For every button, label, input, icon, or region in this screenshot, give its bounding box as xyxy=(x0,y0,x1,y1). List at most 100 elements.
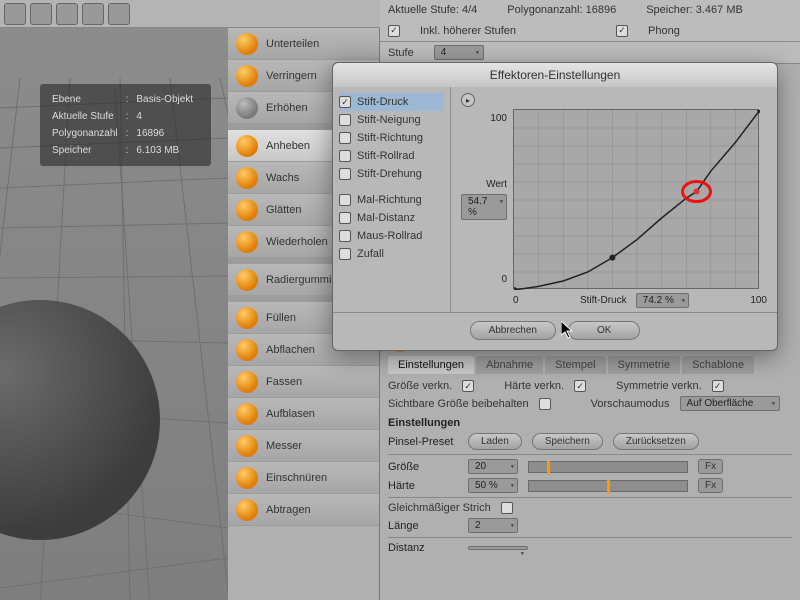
tab-abnahme[interactable]: Abnahme xyxy=(476,356,543,374)
palette-item-unterteilen[interactable]: Unterteilen xyxy=(228,28,379,60)
effector-checkbox[interactable] xyxy=(339,212,351,224)
effector-label: Mal-Distanz xyxy=(357,212,415,224)
ok-button[interactable]: OK xyxy=(568,321,640,340)
effector-checkbox[interactable] xyxy=(339,168,351,180)
effector-checkbox[interactable] xyxy=(339,132,351,144)
effector-checkbox[interactable] xyxy=(339,248,351,260)
palette-label: Wiederholen xyxy=(266,236,328,248)
size-slider[interactable] xyxy=(528,461,688,473)
hud-value: 4 xyxy=(136,109,199,124)
palette-item-aufblasen[interactable]: Aufblasen xyxy=(228,398,379,430)
stufe-value: 4/4 xyxy=(462,4,477,16)
x-value-field[interactable]: 74.2 % xyxy=(636,293,689,308)
mem-label: Speicher: xyxy=(646,4,692,16)
toolbar-button[interactable] xyxy=(82,3,104,25)
effector-stift-neigung[interactable]: Stift-Neigung xyxy=(339,111,444,129)
preview-label: Vorschaumodus xyxy=(591,398,670,410)
hud-value: Basis-Objekt xyxy=(136,92,199,107)
effector-checkbox[interactable] xyxy=(339,194,351,206)
palette-item-abtragen[interactable]: Abtragen xyxy=(228,494,379,526)
effector-label: Stift-Drehung xyxy=(357,168,422,180)
cancel-button[interactable]: Abbrechen xyxy=(470,321,556,340)
effector-zufall[interactable]: Zufall xyxy=(339,245,444,263)
y-value-field[interactable]: 54.7 % xyxy=(461,194,507,220)
hard-field[interactable]: 50 % xyxy=(468,478,518,493)
save-button[interactable]: Speichern xyxy=(532,433,603,450)
length-field[interactable]: 2 xyxy=(468,518,518,533)
keep-size-checkbox[interactable] xyxy=(539,398,551,410)
palette-label: Abflachen xyxy=(266,344,315,356)
tab-einstellungen[interactable]: Einstellungen xyxy=(388,356,474,374)
size-label: Größe xyxy=(388,461,458,473)
hard-slider[interactable] xyxy=(528,480,688,492)
effector-maus-rollrad[interactable]: Maus-Rollrad xyxy=(339,227,444,245)
tab-symmetrie[interactable]: Symmetrie xyxy=(608,356,681,374)
tab-stempel[interactable]: Stempel xyxy=(545,356,605,374)
hud-sep: : xyxy=(126,126,135,141)
effector-stift-richtung[interactable]: Stift-Richtung xyxy=(339,129,444,147)
palette-item-einschnüren[interactable]: Einschnüren xyxy=(228,462,379,494)
effector-stift-drehung[interactable]: Stift-Drehung xyxy=(339,165,444,183)
length-label: Länge xyxy=(388,520,458,532)
reset-button[interactable]: Zurücksetzen xyxy=(613,433,699,450)
play-icon[interactable]: ▸ xyxy=(461,93,475,107)
brush-icon xyxy=(236,499,258,521)
effector-label: Stift-Neigung xyxy=(357,114,421,126)
effector-stift-rollrad[interactable]: Stift-Rollrad xyxy=(339,147,444,165)
stufe2-field[interactable]: 4 xyxy=(434,45,484,60)
effector-mal-richtung[interactable]: Mal-Richtung xyxy=(339,191,444,209)
palette-label: Erhöhen xyxy=(266,102,308,114)
evenstroke-checkbox[interactable] xyxy=(501,502,513,514)
tab-schablone[interactable]: Schablone xyxy=(682,356,754,374)
brush-icon xyxy=(236,403,258,425)
link-hard-checkbox[interactable] xyxy=(574,380,586,392)
palette-label: Messer xyxy=(266,440,302,452)
palette-label: Abtragen xyxy=(266,504,311,516)
poly-value: 16896 xyxy=(586,4,617,16)
phong-checkbox[interactable] xyxy=(616,25,628,37)
link-sym-checkbox[interactable] xyxy=(712,380,724,392)
palette-label: Wachs xyxy=(266,172,299,184)
effector-checkbox[interactable] xyxy=(339,150,351,162)
y-axis-label: Wert xyxy=(486,179,507,190)
toolbar-button[interactable] xyxy=(56,3,78,25)
load-button[interactable]: Laden xyxy=(468,433,522,450)
stufe-label: Aktuelle Stufe: xyxy=(388,4,459,16)
brush-icon xyxy=(236,467,258,489)
link-size-checkbox[interactable] xyxy=(462,380,474,392)
effector-checkbox[interactable] xyxy=(339,96,351,108)
stufe2-label: Stufe xyxy=(388,47,414,59)
palette-item-messer[interactable]: Messer xyxy=(228,430,379,462)
hud-label: Speicher xyxy=(52,143,124,158)
size-fx-button[interactable]: Fx xyxy=(698,459,723,474)
hud-sep: : xyxy=(126,109,135,124)
preview-dropdown[interactable]: Auf Oberfläche xyxy=(680,396,780,411)
effector-list: Stift-DruckStift-NeigungStift-RichtungSt… xyxy=(333,87,451,312)
toolbar-button[interactable] xyxy=(4,3,26,25)
hud-label: Aktuelle Stufe xyxy=(52,109,124,124)
x-max: 100 xyxy=(750,295,767,306)
curve-chart[interactable] xyxy=(513,109,759,289)
brush-icon xyxy=(236,135,258,157)
palette-label: Füllen xyxy=(266,312,296,324)
hud-label: Polygonanzahl xyxy=(52,126,124,141)
palette-label: Einschnüren xyxy=(266,472,327,484)
viewport-3d[interactable]: Ebene:Basis-ObjektAktuelle Stufe:4Polygo… xyxy=(0,28,228,600)
toolbar-button[interactable] xyxy=(108,3,130,25)
hud-value: 6.103 MB xyxy=(136,143,199,158)
palette-item-fassen[interactable]: Fassen xyxy=(228,366,379,398)
incl-checkbox[interactable] xyxy=(388,25,400,37)
palette-label: Radiergummi xyxy=(266,274,331,286)
effector-stift-druck[interactable]: Stift-Druck xyxy=(339,93,444,111)
size-field[interactable]: 20 xyxy=(468,459,518,474)
effector-checkbox[interactable] xyxy=(339,230,351,242)
preset-label: Pinsel-Preset xyxy=(388,436,458,448)
effector-checkbox[interactable] xyxy=(339,114,351,126)
effector-mal-distanz[interactable]: Mal-Distanz xyxy=(339,209,444,227)
hard-fx-button[interactable]: Fx xyxy=(698,478,723,493)
brush-icon xyxy=(236,199,258,221)
toolbar-button[interactable] xyxy=(30,3,52,25)
brush-icon xyxy=(236,167,258,189)
distance-field[interactable] xyxy=(468,546,528,550)
viewport-hud: Ebene:Basis-ObjektAktuelle Stufe:4Polygo… xyxy=(40,84,211,166)
